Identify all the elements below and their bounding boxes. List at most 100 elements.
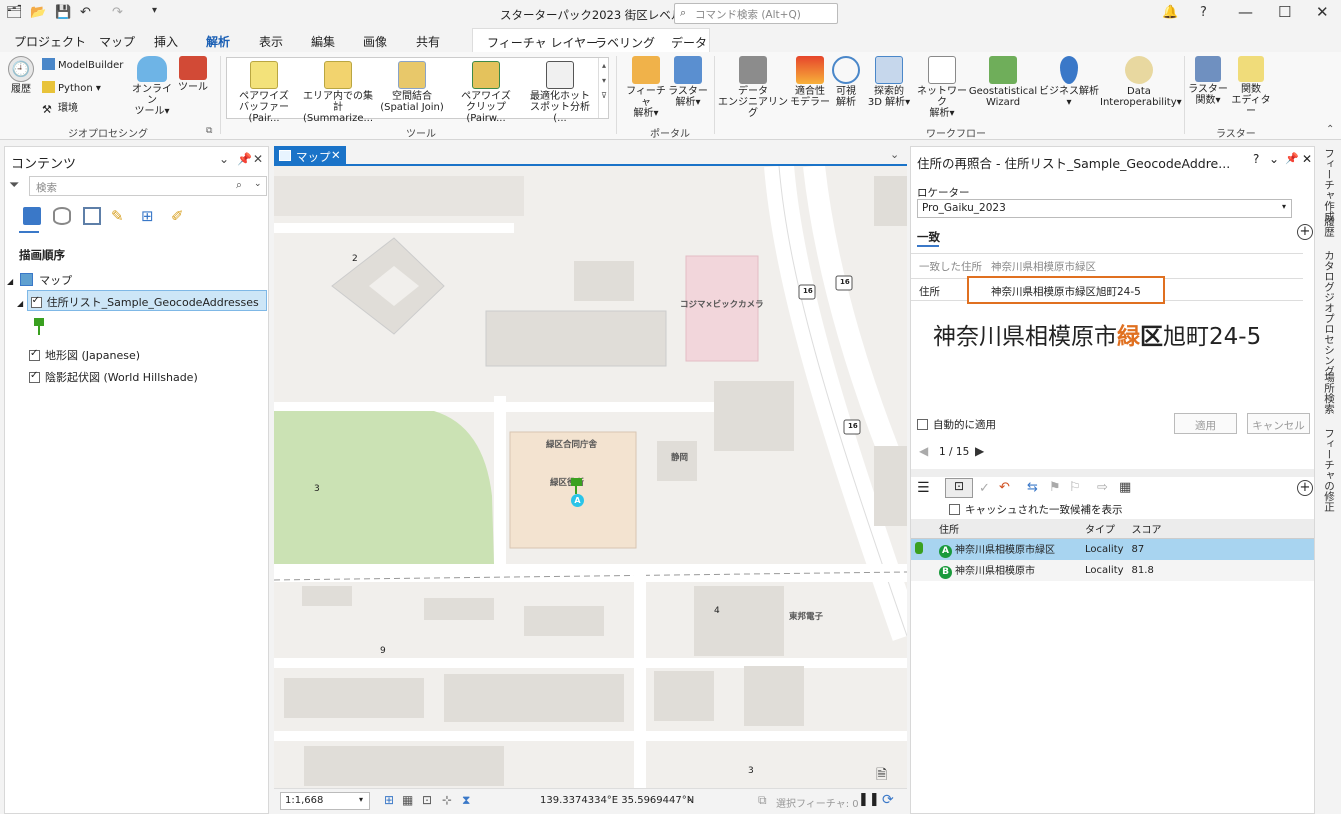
table-row[interactable]: B 神奈川県相模原市 Locality 81.8	[911, 560, 1314, 581]
suitability-modeler-button[interactable]: 適合性 モデラー	[788, 56, 832, 108]
pane-menu-icon[interactable]: ⌄	[219, 152, 229, 166]
customize-qat-icon[interactable]: ▾	[152, 5, 157, 16]
chevron-down-icon[interactable]: ⌄	[686, 794, 694, 804]
list-by-drawing-order-icon[interactable]	[23, 207, 41, 225]
tab-project[interactable]: プロジェクト	[14, 33, 86, 50]
data-interoperability-button[interactable]: Data Interoperability▾	[1100, 56, 1182, 108]
gallery-scroll[interactable]: ▴ ▾ ⊽	[598, 58, 609, 118]
tab-share[interactable]: 共有	[416, 33, 440, 50]
basemap[interactable]	[274, 166, 907, 788]
python-button[interactable]: Python ▾	[42, 81, 101, 94]
link-analysis-button[interactable]: 可視 解析	[830, 56, 862, 108]
list-by-data-source-icon[interactable]	[53, 207, 71, 225]
save-icon[interactable]: 💾	[55, 5, 71, 20]
side-tab-locate[interactable]: 場所検索	[1322, 372, 1337, 414]
raster-analysis-button[interactable]: ラスター 解析▾	[666, 56, 710, 108]
chevron-down-icon[interactable]: ⌄	[254, 179, 262, 189]
pin-icon[interactable]: 📌	[237, 152, 252, 166]
fixed-zoom-icon[interactable]: ⊞	[384, 793, 394, 807]
tools-button[interactable]: ツール	[176, 56, 210, 93]
filter-icon[interactable]: ⏷	[9, 178, 19, 193]
checkbox[interactable]	[949, 504, 960, 515]
redo-icon[interactable]: ↷	[112, 5, 123, 20]
tab-view[interactable]: 表示	[259, 33, 283, 50]
tab-imagery[interactable]: 画像	[363, 33, 387, 50]
business-analysis-button[interactable]: ビジネス解析 ▾	[1038, 56, 1100, 108]
notification-bell-icon[interactable]: 🔔	[1162, 5, 1178, 20]
copy-icon[interactable]: ⇨	[1097, 480, 1108, 495]
measure-icon[interactable]: ⊡	[422, 793, 432, 807]
checkbox[interactable]	[917, 419, 928, 430]
tab-map[interactable]: マップ	[99, 33, 135, 50]
add-icon[interactable]: +	[1297, 480, 1313, 496]
list-by-selection-icon[interactable]	[83, 207, 101, 225]
list-by-editing-icon[interactable]: ✎	[111, 207, 129, 225]
map-node[interactable]: ◢ マップ	[7, 272, 72, 288]
layer-visibility-checkbox[interactable]	[29, 348, 40, 361]
pause-drawing-icon[interactable]: ❚❚	[858, 792, 880, 807]
environments-button[interactable]: ⚒ 環境	[42, 103, 78, 116]
address-field[interactable]: 神奈川県相模原市緑区旭町24-5	[967, 276, 1165, 304]
command-search-input[interactable]: ⌕ コマンド検索 (Alt+Q)	[674, 3, 838, 24]
time-icon[interactable]: ⧗	[462, 793, 470, 808]
maximize-button[interactable]: ☐	[1278, 3, 1291, 21]
side-tab-create-features[interactable]: フィーチャ作成	[1322, 148, 1337, 222]
collapse-ribbon-icon[interactable]: ⌃	[1326, 124, 1334, 135]
grid-icon[interactable]: ▦	[402, 793, 413, 807]
column-header[interactable]: タイプ	[1081, 519, 1128, 539]
layer-visibility-checkbox[interactable]	[29, 370, 40, 383]
minimize-button[interactable]: —	[1238, 3, 1253, 21]
spatial-join-tool[interactable]: 空間結合 (Spatial Join)	[377, 61, 447, 113]
hot-spot-tool[interactable]: 最適化ホット スポット分析 (...	[525, 61, 595, 124]
add-icon[interactable]: +	[1297, 224, 1313, 240]
modelbuilder-button[interactable]: ModelBuilder	[42, 58, 123, 71]
data-engineering-button[interactable]: データ エンジニアリング	[718, 56, 788, 119]
history-button[interactable]: 🕘 履歴	[6, 56, 36, 95]
pane-menu-icon[interactable]: ⌄	[1269, 152, 1279, 166]
layer-visibility-checkbox[interactable]	[30, 295, 42, 308]
summarize-within-tool[interactable]: エリア内での集計 (Summarize...	[303, 61, 373, 124]
column-header[interactable]: 住所	[935, 519, 1081, 539]
flag-icon[interactable]: ⚑	[1049, 480, 1061, 495]
side-tab-modify-features[interactable]: フィーチャの修正	[1322, 428, 1337, 512]
map-overview-icon[interactable]: 🗎	[876, 764, 887, 788]
help-icon[interactable]: ?	[1200, 5, 1207, 20]
contents-search-input[interactable]: 検索 ⌕ ⌄	[29, 176, 267, 196]
flag-clear-icon[interactable]: ⚐	[1069, 480, 1081, 495]
table-row[interactable]: A 神奈川県相模原市緑区 Locality 87	[911, 538, 1314, 560]
tab-list-chevron-icon[interactable]: ⌄	[890, 148, 899, 161]
show-cached-candidates-checkbox[interactable]: キャッシュされた一致候補を表示	[949, 502, 1123, 517]
tab-data[interactable]: データ	[671, 34, 707, 51]
tab-edit[interactable]: 編集	[311, 33, 335, 50]
pairwise-clip-tool[interactable]: ペアワイズ クリップ (Pairw...	[451, 61, 521, 124]
help-icon[interactable]: ?	[1253, 152, 1259, 166]
layer-topographic[interactable]: 地形図 (Japanese)	[29, 347, 140, 363]
next-record-icon[interactable]: ▶	[975, 444, 984, 458]
scale-select[interactable]: 1:1,668 ▾	[280, 792, 370, 810]
cancel-button[interactable]: キャンセル	[1247, 413, 1310, 434]
geostatistical-wizard-button[interactable]: Geostatistical Wizard	[968, 56, 1038, 108]
close-pane-icon[interactable]: ✕	[1302, 152, 1312, 166]
close-window-button[interactable]: ✕	[1316, 3, 1329, 21]
tab-analysis[interactable]: 解析	[206, 33, 231, 54]
tab-feature-layer[interactable]: フィーチャ レイヤー	[487, 34, 598, 51]
dialog-launcher-icon[interactable]: ⧉	[206, 126, 212, 136]
side-tab-geoprocessing[interactable]: ジオプロセシング	[1322, 292, 1337, 376]
snapping-icon[interactable]: ⊹	[442, 793, 452, 807]
unmatch-icon[interactable]: ↶	[999, 480, 1010, 495]
tab-map-view[interactable]: マップ ✕	[274, 146, 346, 166]
close-pane-icon[interactable]: ✕	[253, 152, 263, 166]
list-by-snapping-icon[interactable]: ⊞	[141, 207, 159, 225]
raster-functions-button[interactable]: ラスター 関数▾	[1188, 56, 1228, 106]
online-tools-button[interactable]: オンライン ツール▾	[130, 56, 174, 117]
function-editor-button[interactable]: 関数 エディター	[1228, 56, 1274, 117]
close-tab-icon[interactable]: ✕	[331, 148, 341, 162]
rematch-icon[interactable]: ⇆	[1027, 480, 1038, 495]
network-analysis-button[interactable]: ネットワーク 解析▾	[916, 56, 968, 119]
splitter[interactable]	[911, 469, 1314, 477]
candidate-a-marker[interactable]: A	[571, 494, 584, 507]
feature-analysis-button[interactable]: フィーチャ 解析▾	[622, 56, 670, 119]
side-tab-history[interactable]: 履歴	[1322, 216, 1337, 237]
auto-apply-checkbox[interactable]: 自動的に適用	[917, 417, 996, 432]
layer-geocode-addresses[interactable]: ◢ 住所リスト_Sample_GeocodeAddresses	[17, 294, 259, 310]
